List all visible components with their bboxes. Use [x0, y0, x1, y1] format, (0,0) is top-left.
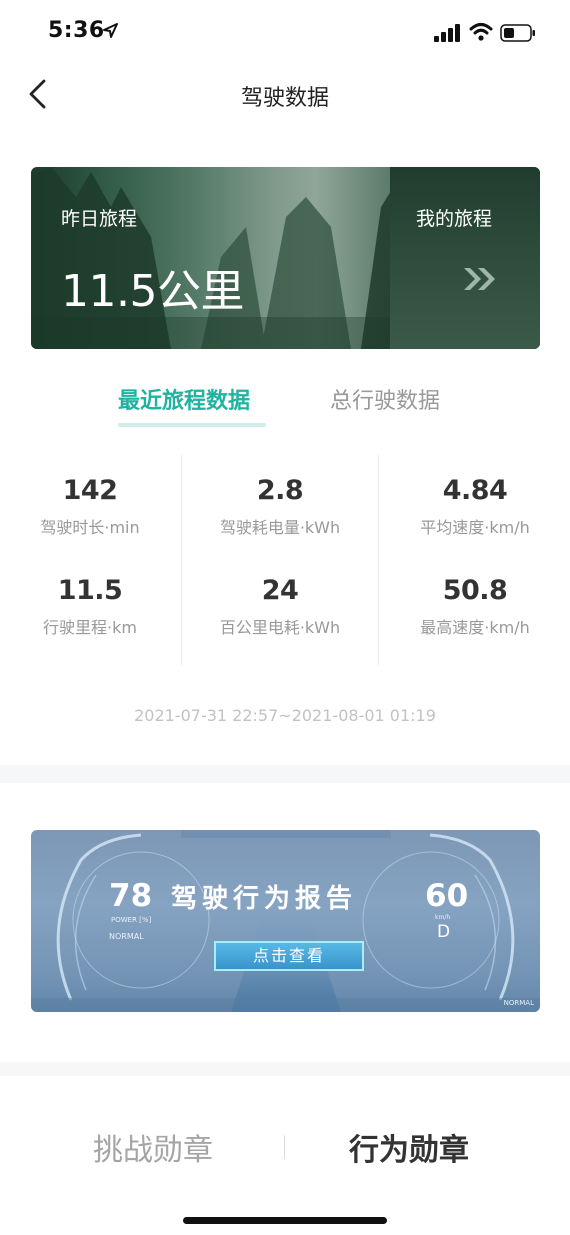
- battery-icon: [500, 24, 535, 42]
- gear-indicator: D: [437, 922, 451, 942]
- stat-label: 平均速度·km/h: [420, 518, 530, 537]
- stat-energy-per-100km: 24 百公里电耗·kWh: [185, 575, 375, 638]
- left-gauge-value: 78: [109, 878, 153, 914]
- signal-icon: [434, 24, 460, 42]
- stat-mileage: 11.5 行驶里程·km: [0, 575, 185, 638]
- stats-grid: 142 驾驶时长·min 2.8 驾驶耗电量·kWh 4.84 平均速度·km/…: [0, 455, 570, 665]
- left-drive-mode: NORMAL: [109, 932, 144, 941]
- driving-report-banner[interactable]: 78 POWER [%] NORMAL 驾驶行为报告 60 km/h D 点击查…: [31, 830, 540, 1012]
- nav-bar: 驾驶数据: [0, 64, 570, 124]
- stat-energy-consumption: 2.8 驾驶耗电量·kWh: [185, 475, 375, 538]
- stat-value: 4.84: [442, 475, 508, 506]
- stat-value: 2.8: [256, 475, 304, 506]
- stat-label: 最高速度·km/h: [420, 618, 530, 637]
- right-gauge-value: 60: [425, 878, 469, 914]
- stat-average-speed: 4.84 平均速度·km/h: [380, 475, 570, 538]
- dashboard-graphic: [31, 830, 540, 1012]
- stat-value: 50.8: [442, 575, 508, 606]
- yesterday-trip-label: 昨日旅程: [61, 208, 138, 230]
- stat-max-speed: 50.8 最高速度·km/h: [380, 575, 570, 638]
- right-gauge-unit: km/h: [435, 914, 451, 921]
- left-gauge-label: POWER [%]: [111, 916, 152, 924]
- tab-divider: [284, 1135, 285, 1159]
- yesterday-distance: 11.5公里: [61, 266, 244, 317]
- wifi-icon: [469, 23, 493, 41]
- tab-recent-trip-data[interactable]: 最近旅程数据: [118, 383, 250, 415]
- report-title: 驾驶行为报告: [171, 884, 358, 914]
- tab-total-driving-data[interactable]: 总行驶数据: [330, 383, 440, 415]
- status-bar: 5:36: [0, 0, 570, 64]
- trip-banner: 昨日旅程 11.5公里 我的旅程: [31, 167, 540, 349]
- section-divider: [0, 1062, 570, 1076]
- location-arrow-icon: [103, 23, 118, 38]
- stat-label: 行驶里程·km: [43, 618, 137, 637]
- section-divider: [0, 765, 570, 783]
- active-tab-indicator: [118, 423, 266, 427]
- badge-tabs: 挑战勋章 行为勋章: [0, 1113, 570, 1183]
- stat-driving-duration: 142 驾驶时长·min: [0, 475, 185, 538]
- view-report-button[interactable]: 点击查看: [214, 941, 364, 971]
- data-tabs: 最近旅程数据 总行驶数据: [0, 377, 570, 431]
- trip-date-range: 2021-07-31 22:57~2021-08-01 01:19: [134, 706, 436, 725]
- stat-value: 142: [62, 475, 118, 506]
- home-indicator[interactable]: [183, 1217, 387, 1224]
- stat-value: 11.5: [57, 575, 123, 606]
- stat-label: 百公里电耗·kWh: [219, 618, 341, 637]
- status-time: 5:36: [48, 18, 105, 43]
- stat-value: 24: [261, 575, 299, 606]
- tab-behavior-badges[interactable]: 行为勋章: [349, 1125, 469, 1169]
- tab-challenge-badges[interactable]: 挑战勋章: [93, 1125, 213, 1169]
- column-divider: [378, 455, 379, 665]
- page-title: 驾驶数据: [240, 86, 329, 111]
- stat-label: 驾驶时长·min: [40, 518, 140, 537]
- my-trips-label: 我的旅程: [416, 208, 493, 230]
- double-chevron-right-icon: [464, 268, 495, 290]
- stat-label: 驾驶耗电量·kWh: [219, 518, 341, 537]
- my-trips-button[interactable]: 我的旅程: [390, 167, 540, 349]
- bottom-drive-mode: NORMAL: [503, 999, 534, 1007]
